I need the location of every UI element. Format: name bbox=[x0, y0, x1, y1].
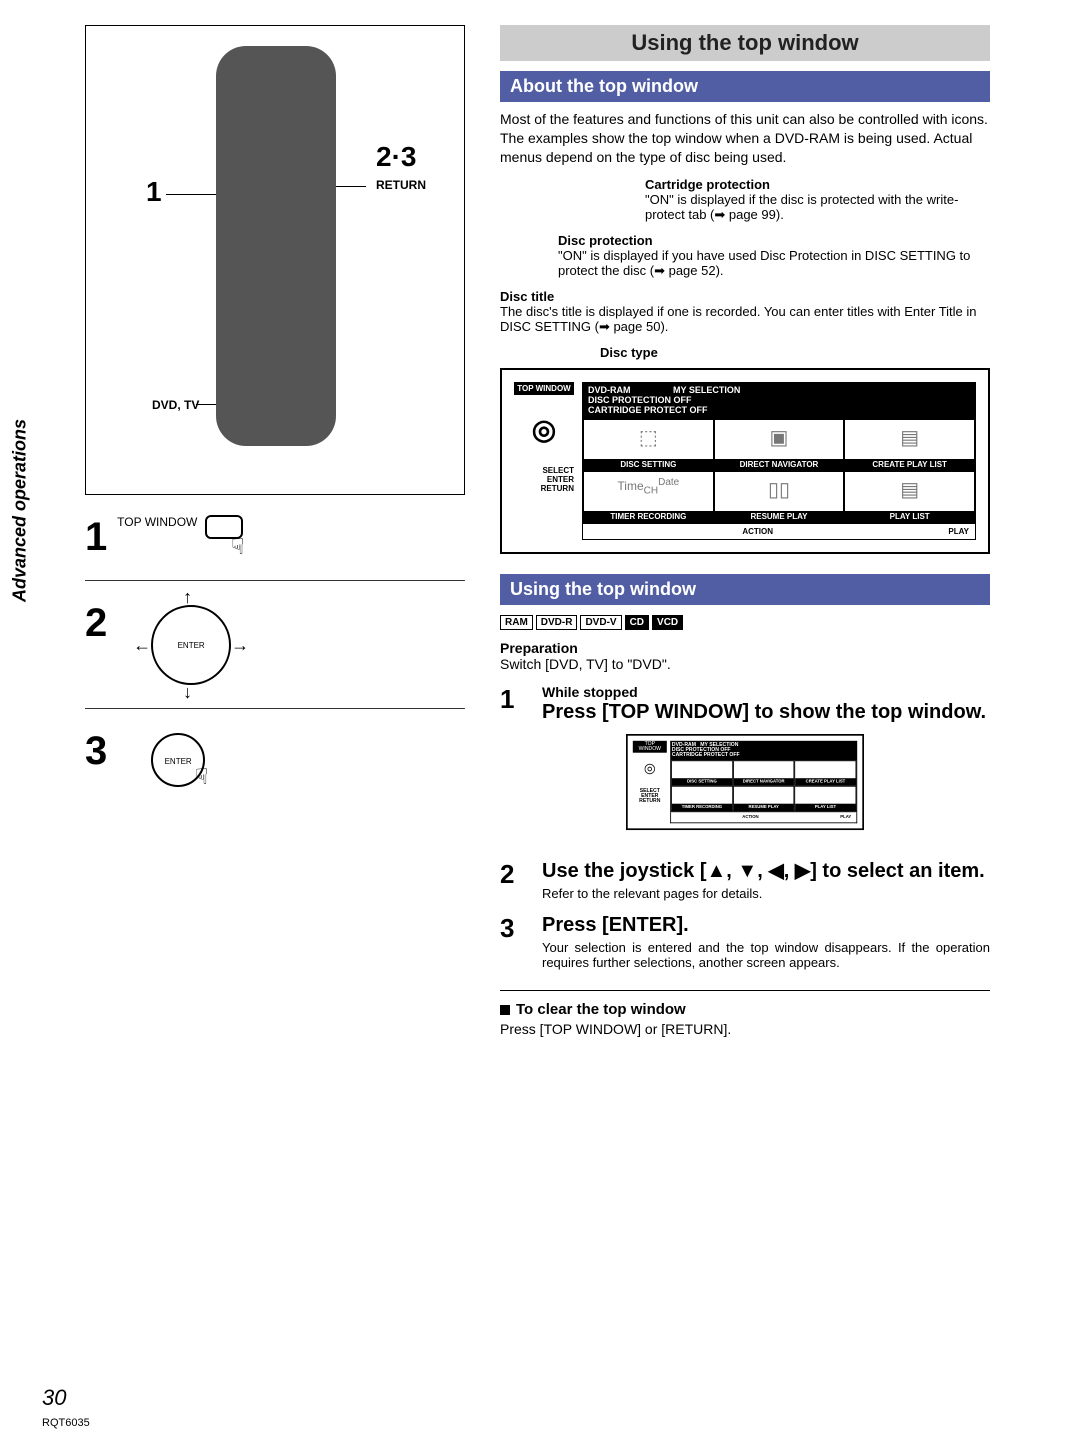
badge-ram: RAM bbox=[500, 615, 533, 630]
mini-window-diagram: TOP WINDOW ◎ SELECT ENTER RETURN DVD-RAM… bbox=[626, 734, 864, 830]
hdr-myselection: MY SELECTION bbox=[673, 385, 740, 395]
side-tab: Advanced operations bbox=[10, 419, 31, 602]
select-label: SELECT bbox=[514, 466, 574, 475]
left-step-3: 3 ENTER ☟ bbox=[85, 729, 465, 810]
left-step-1-num: 1 bbox=[85, 515, 107, 559]
intro-text: Most of the features and functions of th… bbox=[500, 110, 990, 167]
left-step-1-label: TOP WINDOW bbox=[117, 515, 197, 529]
hdr-disc-prot: DISC PROTECTION OFF bbox=[588, 395, 692, 405]
page-number: 30 bbox=[42, 1385, 66, 1411]
hdr-cart-prot: CARTRIDGE PROTECT OFF bbox=[588, 405, 708, 415]
enter-button-icon: ENTER bbox=[151, 733, 205, 787]
enter-label-3: ENTER bbox=[153, 757, 203, 766]
clear-text: Press [TOP WINDOW] or [RETURN]. bbox=[500, 1020, 990, 1039]
badge-vcd: VCD bbox=[652, 615, 683, 630]
return-nav-label: RETURN bbox=[522, 484, 574, 493]
anno-disc-protection: Disc protection "ON" is displayed if you… bbox=[558, 233, 990, 279]
callout-return: RETURN bbox=[376, 178, 426, 192]
hand-press-icon: ☟ bbox=[231, 534, 244, 559]
top-window-diagram: TOP WINDOW ◎ SELECT ENTER RETURN DVD-RAM… bbox=[500, 368, 990, 554]
cell-play-list: ▤PLAY LIST bbox=[844, 471, 975, 523]
hdr-dvd-ram: DVD-RAM bbox=[588, 385, 631, 395]
down-arrow-icon: ↓ bbox=[183, 682, 192, 703]
joystick-icon: ↑ ↓ ← → ENTER bbox=[151, 605, 231, 685]
cell-disc-setting: ⬚DISC SETTING bbox=[583, 419, 714, 471]
right-arrow-icon: → bbox=[231, 635, 249, 656]
footer-cell-play: PLAY bbox=[779, 524, 975, 539]
enter-label: ENTER bbox=[153, 641, 229, 650]
anno-disc-title: Disc title The disc's title is displayed… bbox=[500, 289, 990, 335]
doc-id: RQT6035 bbox=[42, 1417, 90, 1429]
callout-dvd-tv: DVD, TV bbox=[152, 398, 199, 412]
badge-cd: CD bbox=[625, 615, 649, 630]
left-step-2-num: 2 bbox=[85, 601, 107, 645]
callout-2-3: 2·3 bbox=[376, 141, 416, 173]
preparation: Preparation Switch [DVD, TV] to "DVD". bbox=[500, 640, 990, 672]
media-badges: RAM DVD-R DVD-V CD VCD bbox=[500, 615, 990, 630]
page-title: Using the top window bbox=[500, 25, 990, 61]
disc-icon: ◎ bbox=[514, 413, 574, 446]
main-step-3: 3 Press [ENTER]. Your selection is enter… bbox=[500, 913, 990, 970]
left-step-2: 2 ↑ ↓ ← → ENTER bbox=[85, 601, 465, 709]
badge-dvd-v: DVD-V bbox=[580, 615, 621, 630]
anno-cartridge-protection: Cartridge protection "ON" is displayed i… bbox=[645, 177, 990, 223]
left-step-3-num: 3 bbox=[85, 729, 107, 773]
cell-direct-navigator: ▣DIRECT NAVIGATOR bbox=[714, 419, 845, 471]
up-arrow-icon: ↑ bbox=[183, 587, 192, 608]
remote-illustration: 1 2·3 RETURN DVD, TV bbox=[85, 25, 465, 495]
main-step-1: 1 While stopped Press [TOP WINDOW] to sh… bbox=[500, 684, 990, 847]
section-using: Using the top window bbox=[500, 574, 990, 605]
section-about: About the top window bbox=[500, 71, 990, 102]
left-arrow-icon: ← bbox=[133, 635, 151, 656]
remote-image bbox=[216, 46, 336, 446]
clear-section: To clear the top window Press [TOP WINDO… bbox=[500, 990, 990, 1039]
top-window-badge: TOP WINDOW bbox=[514, 382, 574, 395]
enter-nav-label: ENTER bbox=[514, 475, 574, 484]
badge-dvd-r: DVD-R bbox=[536, 615, 578, 630]
cell-create-play-list: ▤CREATE PLAY LIST bbox=[844, 419, 975, 471]
cell-resume-play: ▯▯RESUME PLAY bbox=[714, 471, 845, 523]
cell-timer-recording: TimeCHDateTIMER RECORDING bbox=[583, 471, 714, 523]
anno-disc-type: Disc type bbox=[600, 345, 990, 360]
callout-1: 1 bbox=[146, 176, 162, 208]
left-step-1: 1 TOP WINDOW ☟ bbox=[85, 515, 465, 581]
square-bullet-icon bbox=[500, 1005, 510, 1015]
main-step-2: 2 Use the joystick [▲, ▼, ◀, ▶] to selec… bbox=[500, 859, 990, 901]
footer-cell-action: ACTION bbox=[583, 524, 779, 539]
